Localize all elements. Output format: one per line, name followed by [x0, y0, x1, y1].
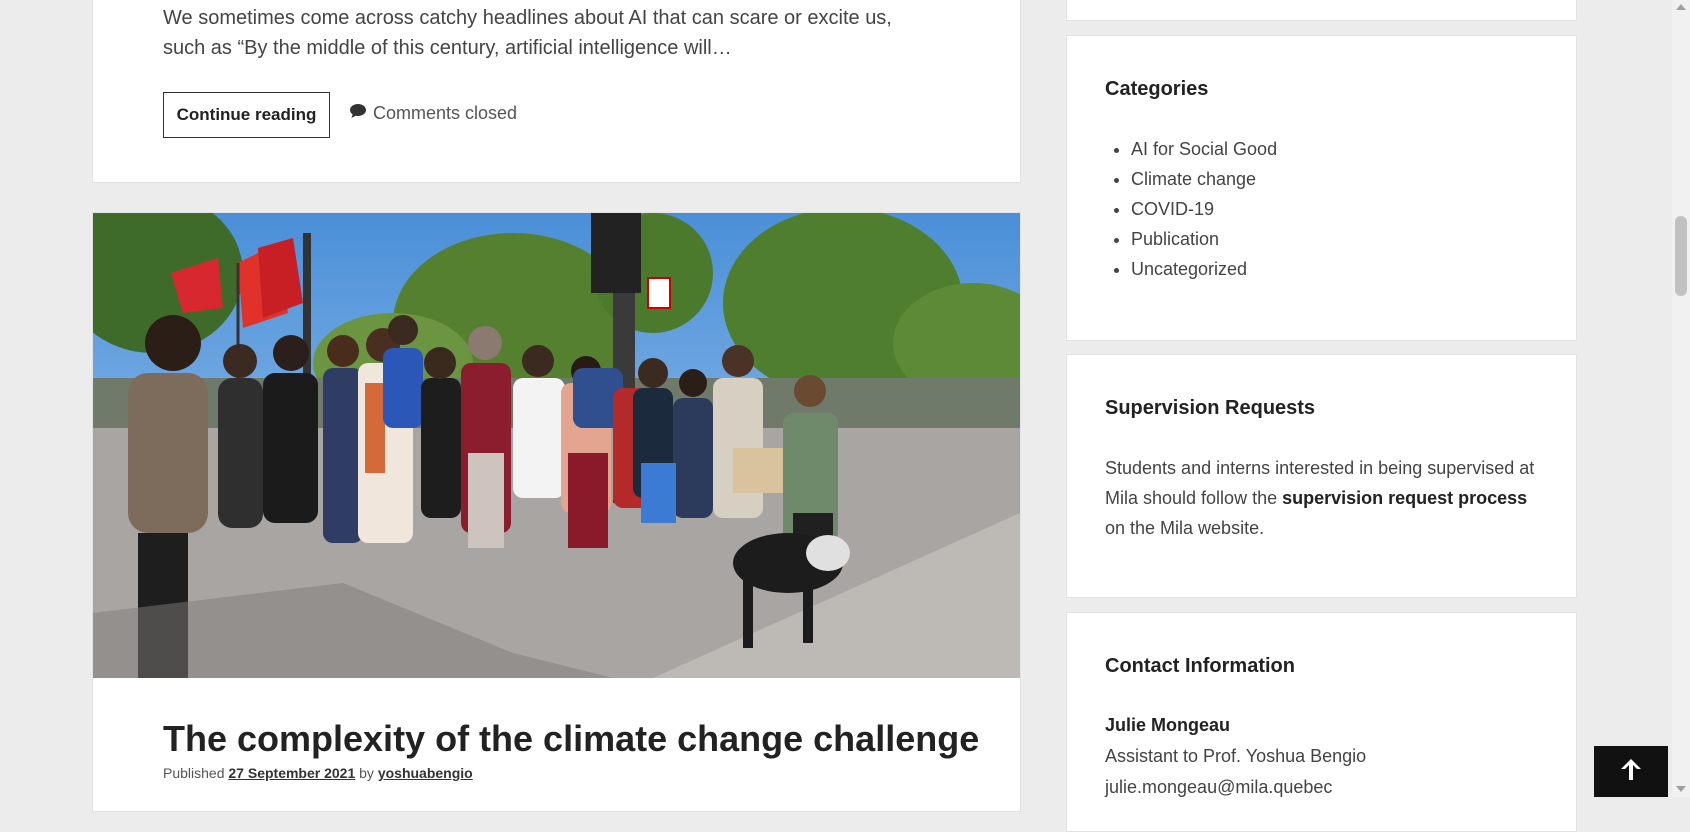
category-covid-19-link[interactable]: COVID-19 — [1131, 199, 1214, 219]
comments-status: Comments closed — [349, 103, 517, 124]
contact-widget: Contact Information Julie Mongeau Assist… — [1066, 612, 1577, 832]
scroll-up-arrow-icon[interactable] — [1676, 4, 1686, 10]
page-scrollbar[interactable] — [1672, 0, 1690, 797]
scrollbar-thumb[interactable] — [1675, 216, 1687, 296]
post-title[interactable]: The complexity of the climate change cha… — [163, 718, 979, 760]
category-climate-change-link[interactable]: Climate change — [1131, 169, 1256, 189]
supervision-request-link[interactable]: supervision request process — [1282, 488, 1527, 508]
supervision-widget: Supervision Requests Students and intern… — [1066, 354, 1577, 598]
categories-widget: Categories AI for Social Good Climate ch… — [1066, 35, 1577, 341]
speech-bubble-icon — [349, 103, 367, 124]
contact-title: Contact Information — [1105, 655, 1295, 677]
author-link[interactable]: yoshuabengio — [378, 765, 473, 781]
category-publication-link[interactable]: Publication — [1131, 229, 1219, 249]
contact-name: Julie Mongeau — [1105, 715, 1231, 735]
contact-email[interactable]: julie.mongeau@mila.quebec — [1105, 777, 1332, 798]
post-date-link[interactable]: 27 September 2021 — [228, 765, 355, 781]
scroll-down-arrow-icon[interactable] — [1676, 786, 1686, 792]
comments-label: Comments closed — [373, 103, 518, 123]
post-excerpt: We sometimes come across catchy headline… — [163, 7, 892, 59]
contact-role: Assistant to Prof. Yoshua Bengio — [1105, 746, 1367, 766]
post-meta: Published 27 September 2021 by yoshuaben… — [163, 765, 473, 781]
supervision-text-after: on the Mila website. — [1105, 518, 1265, 538]
arrow-up-icon — [1618, 756, 1644, 787]
back-to-top-button[interactable] — [1594, 746, 1668, 797]
published-prefix: Published — [163, 765, 225, 781]
category-ai-for-social-good-link[interactable]: AI for Social Good — [1131, 139, 1277, 159]
post-featured-image[interactable] — [93, 213, 1020, 678]
sidebar-widget-previous — [1066, 0, 1577, 21]
continue-reading-button[interactable]: Continue reading — [163, 92, 330, 138]
supervision-title: Supervision Requests — [1105, 397, 1316, 419]
post-card-previous: We sometimes come across catchy headline… — [92, 0, 1021, 183]
by-label: by — [359, 765, 374, 781]
supervision-text: Students and interns interested in being… — [1105, 453, 1535, 543]
categories-list: AI for Social Good Climate change COVID-… — [1105, 134, 1277, 284]
category-uncategorized-link[interactable]: Uncategorized — [1131, 259, 1247, 279]
post-card: The complexity of the climate change cha… — [92, 212, 1021, 812]
categories-title: Categories — [1105, 78, 1209, 100]
